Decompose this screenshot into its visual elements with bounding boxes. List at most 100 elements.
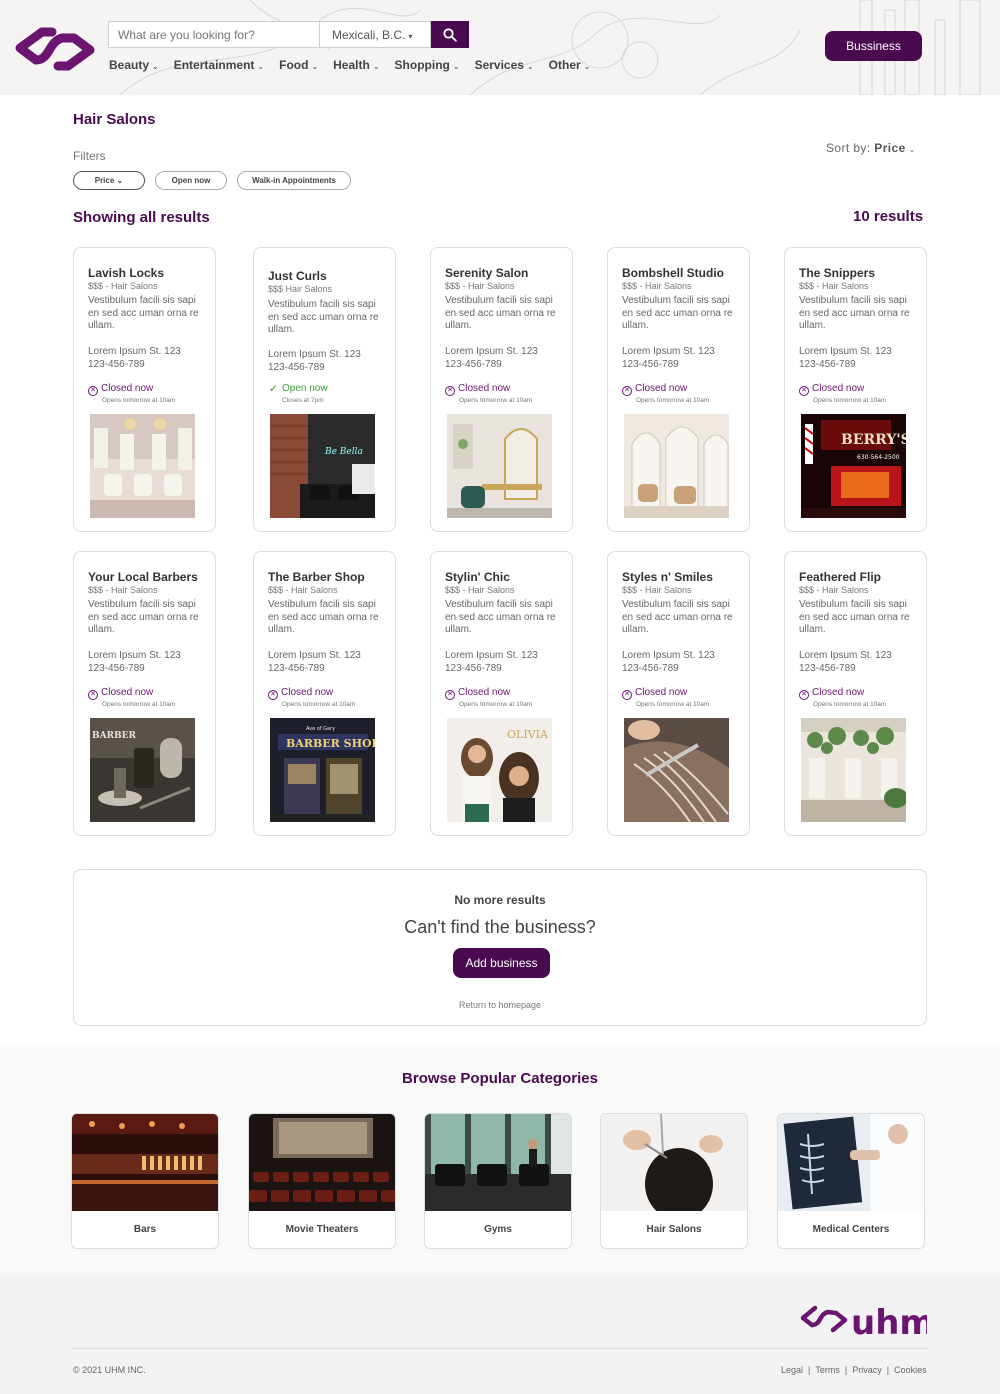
business-street: Lorem Ipsum St. 123	[88, 650, 181, 661]
business-hours: Opens tomorrow at 10am	[102, 397, 176, 404]
business-category: $$$ - Hair Salons	[622, 585, 692, 595]
closed-icon: ✕	[622, 690, 632, 700]
business-card[interactable]: Stylin' Chic $$$ - Hair Salons Vestibulu…	[430, 551, 573, 836]
chevron-down-icon: ⌄	[311, 62, 319, 71]
business-hours: Opens tomorrow at 10am	[282, 701, 356, 708]
nav-item-beauty[interactable]: Beauty ⌄	[109, 58, 159, 72]
product-label-text: BARBER	[92, 731, 137, 741]
cookies-link[interactable]: Cookies	[894, 1365, 927, 1375]
salon-photo: BERRY'S 630-564-2500	[801, 414, 906, 518]
search-button[interactable]	[431, 21, 469, 48]
business-address: Lorem Ipsum St. 123 123-456-789	[622, 346, 715, 371]
add-business-button[interactable]: Add business	[453, 948, 550, 978]
business-card[interactable]: Serenity Salon $$$ - Hair Salons Vestibu…	[430, 247, 573, 532]
nav-item-label: Other	[548, 58, 581, 72]
business-description: Vestibulum facili sis sapi en sed acc um…	[268, 299, 379, 335]
storefront-sign-text: BERRY'S	[841, 432, 906, 448]
business-category: $$$ - Hair Salons	[88, 281, 158, 291]
nav-item-health[interactable]: Health ⌄	[333, 58, 379, 72]
category-label: Bars	[133, 1224, 157, 1235]
no-more-results-title: No more results	[454, 893, 546, 907]
business-name: Feathered Flip	[799, 570, 882, 584]
business-name: Styles n' Smiles	[622, 570, 713, 584]
business-address: Lorem Ipsum St. 123 123-456-789	[622, 650, 715, 675]
business-status: ✕ Closed now	[268, 687, 333, 700]
business-street: Lorem Ipsum St. 123	[445, 650, 538, 661]
business-hours: Opens tomorrow at 10am	[459, 701, 533, 708]
business-phone: 123-456-789	[88, 358, 145, 370]
nav-item-services[interactable]: Services ⌄	[475, 58, 534, 72]
business-street: Lorem Ipsum St. 123	[268, 650, 361, 661]
category-card-bars[interactable]: Bars	[71, 1113, 219, 1249]
uhm-logo[interactable]	[12, 20, 98, 78]
search-input[interactable]	[108, 21, 320, 48]
chevron-down-icon: ⌄	[908, 145, 916, 154]
business-button[interactable]: Bussiness	[825, 31, 922, 61]
business-name: The Snippers	[799, 266, 876, 280]
sort-dropdown[interactable]: Sort by: Price ⌄	[826, 141, 916, 155]
status-text: Closed now	[812, 687, 865, 698]
location-select[interactable]: Mexicali, B.C. ▾	[320, 21, 431, 48]
return-homepage-link[interactable]: Return to homepage	[74, 1000, 926, 1010]
filter-open-now[interactable]: Open now	[155, 171, 227, 190]
nav-item-entertainment[interactable]: Entertainment ⌄	[174, 58, 264, 72]
results-heading: Showing all results	[73, 209, 210, 226]
nav-item-label: Entertainment	[173, 58, 255, 72]
business-card[interactable]: The Snippers $$$ - Hair Salons Vestibulu…	[784, 247, 927, 532]
copyright-text: © 2021 UHM INC.	[73, 1365, 146, 1375]
business-status: ✕ Closed now	[445, 687, 510, 700]
closed-icon: ✕	[622, 386, 632, 396]
nav-item-shopping[interactable]: Shopping ⌄	[395, 58, 460, 72]
wall-sign-text: OLIVIA	[507, 728, 549, 741]
business-card[interactable]: Your Local Barbers $$$ - Hair Salons Ves…	[73, 551, 216, 836]
chevron-down-icon: ⌄	[372, 62, 380, 71]
business-card[interactable]: Lavish Locks $$$ - Hair Salons Vestibulu…	[73, 247, 216, 532]
business-card[interactable]: Feathered Flip $$$ - Hair Salons Vestibu…	[784, 551, 927, 836]
business-hours: Opens tomorrow at 10am	[813, 701, 887, 708]
salon-photo: OLIVIA	[447, 718, 552, 822]
business-card[interactable]: Styles n' Smiles $$$ - Hair Salons Vesti…	[607, 551, 750, 836]
bars-photo	[72, 1114, 218, 1211]
business-name: Lavish Locks	[88, 266, 165, 280]
closed-icon: ✕	[88, 690, 98, 700]
nav-item-food[interactable]: Food ⌄	[279, 58, 318, 72]
business-phone: 123-456-789	[88, 662, 145, 674]
link-separator: |	[886, 1365, 890, 1375]
business-card[interactable]: Bombshell Studio $$$ - Hair Salons Vesti…	[607, 247, 750, 532]
salon-photo	[447, 414, 552, 518]
business-name: Serenity Salon	[445, 266, 529, 280]
business-card[interactable]: The Barber Shop $$$ - Hair Salons Vestib…	[253, 551, 396, 836]
category-card-gyms[interactable]: Gyms	[424, 1113, 572, 1249]
legal-link[interactable]: Legal	[781, 1365, 803, 1375]
business-card[interactable]: Just Curls $$$ Hair Salons Vestibulum fa…	[253, 247, 396, 532]
privacy-link[interactable]: Privacy	[852, 1365, 882, 1375]
business-status: ✕ Closed now	[799, 383, 864, 396]
filter-price[interactable]: Price ⌄	[73, 171, 145, 190]
category-card-hair-salons[interactable]: Hair Salons	[600, 1113, 748, 1249]
business-description: Vestibulum facili sis sapi en sed acc um…	[268, 599, 379, 635]
nav-item-other[interactable]: Other ⌄	[549, 58, 591, 72]
gym-photo	[425, 1114, 571, 1211]
business-category: $$$ - Hair Salons	[622, 281, 692, 291]
nav-item-label: Food	[279, 58, 309, 72]
uhm-footer-logo[interactable]: uhm	[799, 1300, 927, 1340]
location-value: Mexicali, B.C.	[332, 28, 406, 42]
category-card-medical-centers[interactable]: Medical Centers	[777, 1113, 925, 1249]
category-card-movie-theaters[interactable]: Movie Theaters	[248, 1113, 396, 1249]
filter-walk-in[interactable]: Walk-in Appointments	[237, 171, 351, 190]
business-description: Vestibulum facili sis sapi en sed acc um…	[799, 599, 910, 635]
nav-item-label: Services	[474, 58, 524, 72]
link-separator: |	[844, 1365, 848, 1375]
status-text: Closed now	[101, 383, 154, 394]
business-name: The Barber Shop	[268, 570, 365, 584]
closed-icon: ✕	[799, 690, 809, 700]
business-name: Bombshell Studio	[622, 266, 724, 280]
business-street: Lorem Ipsum St. 123	[799, 650, 892, 661]
business-hours: Opens tomorrow at 10am	[459, 397, 533, 404]
business-category: $$$ - Hair Salons	[445, 585, 515, 595]
business-address: Lorem Ipsum St. 123 123-456-789	[445, 346, 538, 371]
business-category: $$$ - Hair Salons	[445, 281, 515, 291]
popular-categories-title: Browse Popular Categories	[402, 1070, 598, 1087]
terms-link[interactable]: Terms	[815, 1365, 840, 1375]
business-address: Lorem Ipsum St. 123 123-456-789	[799, 650, 892, 675]
